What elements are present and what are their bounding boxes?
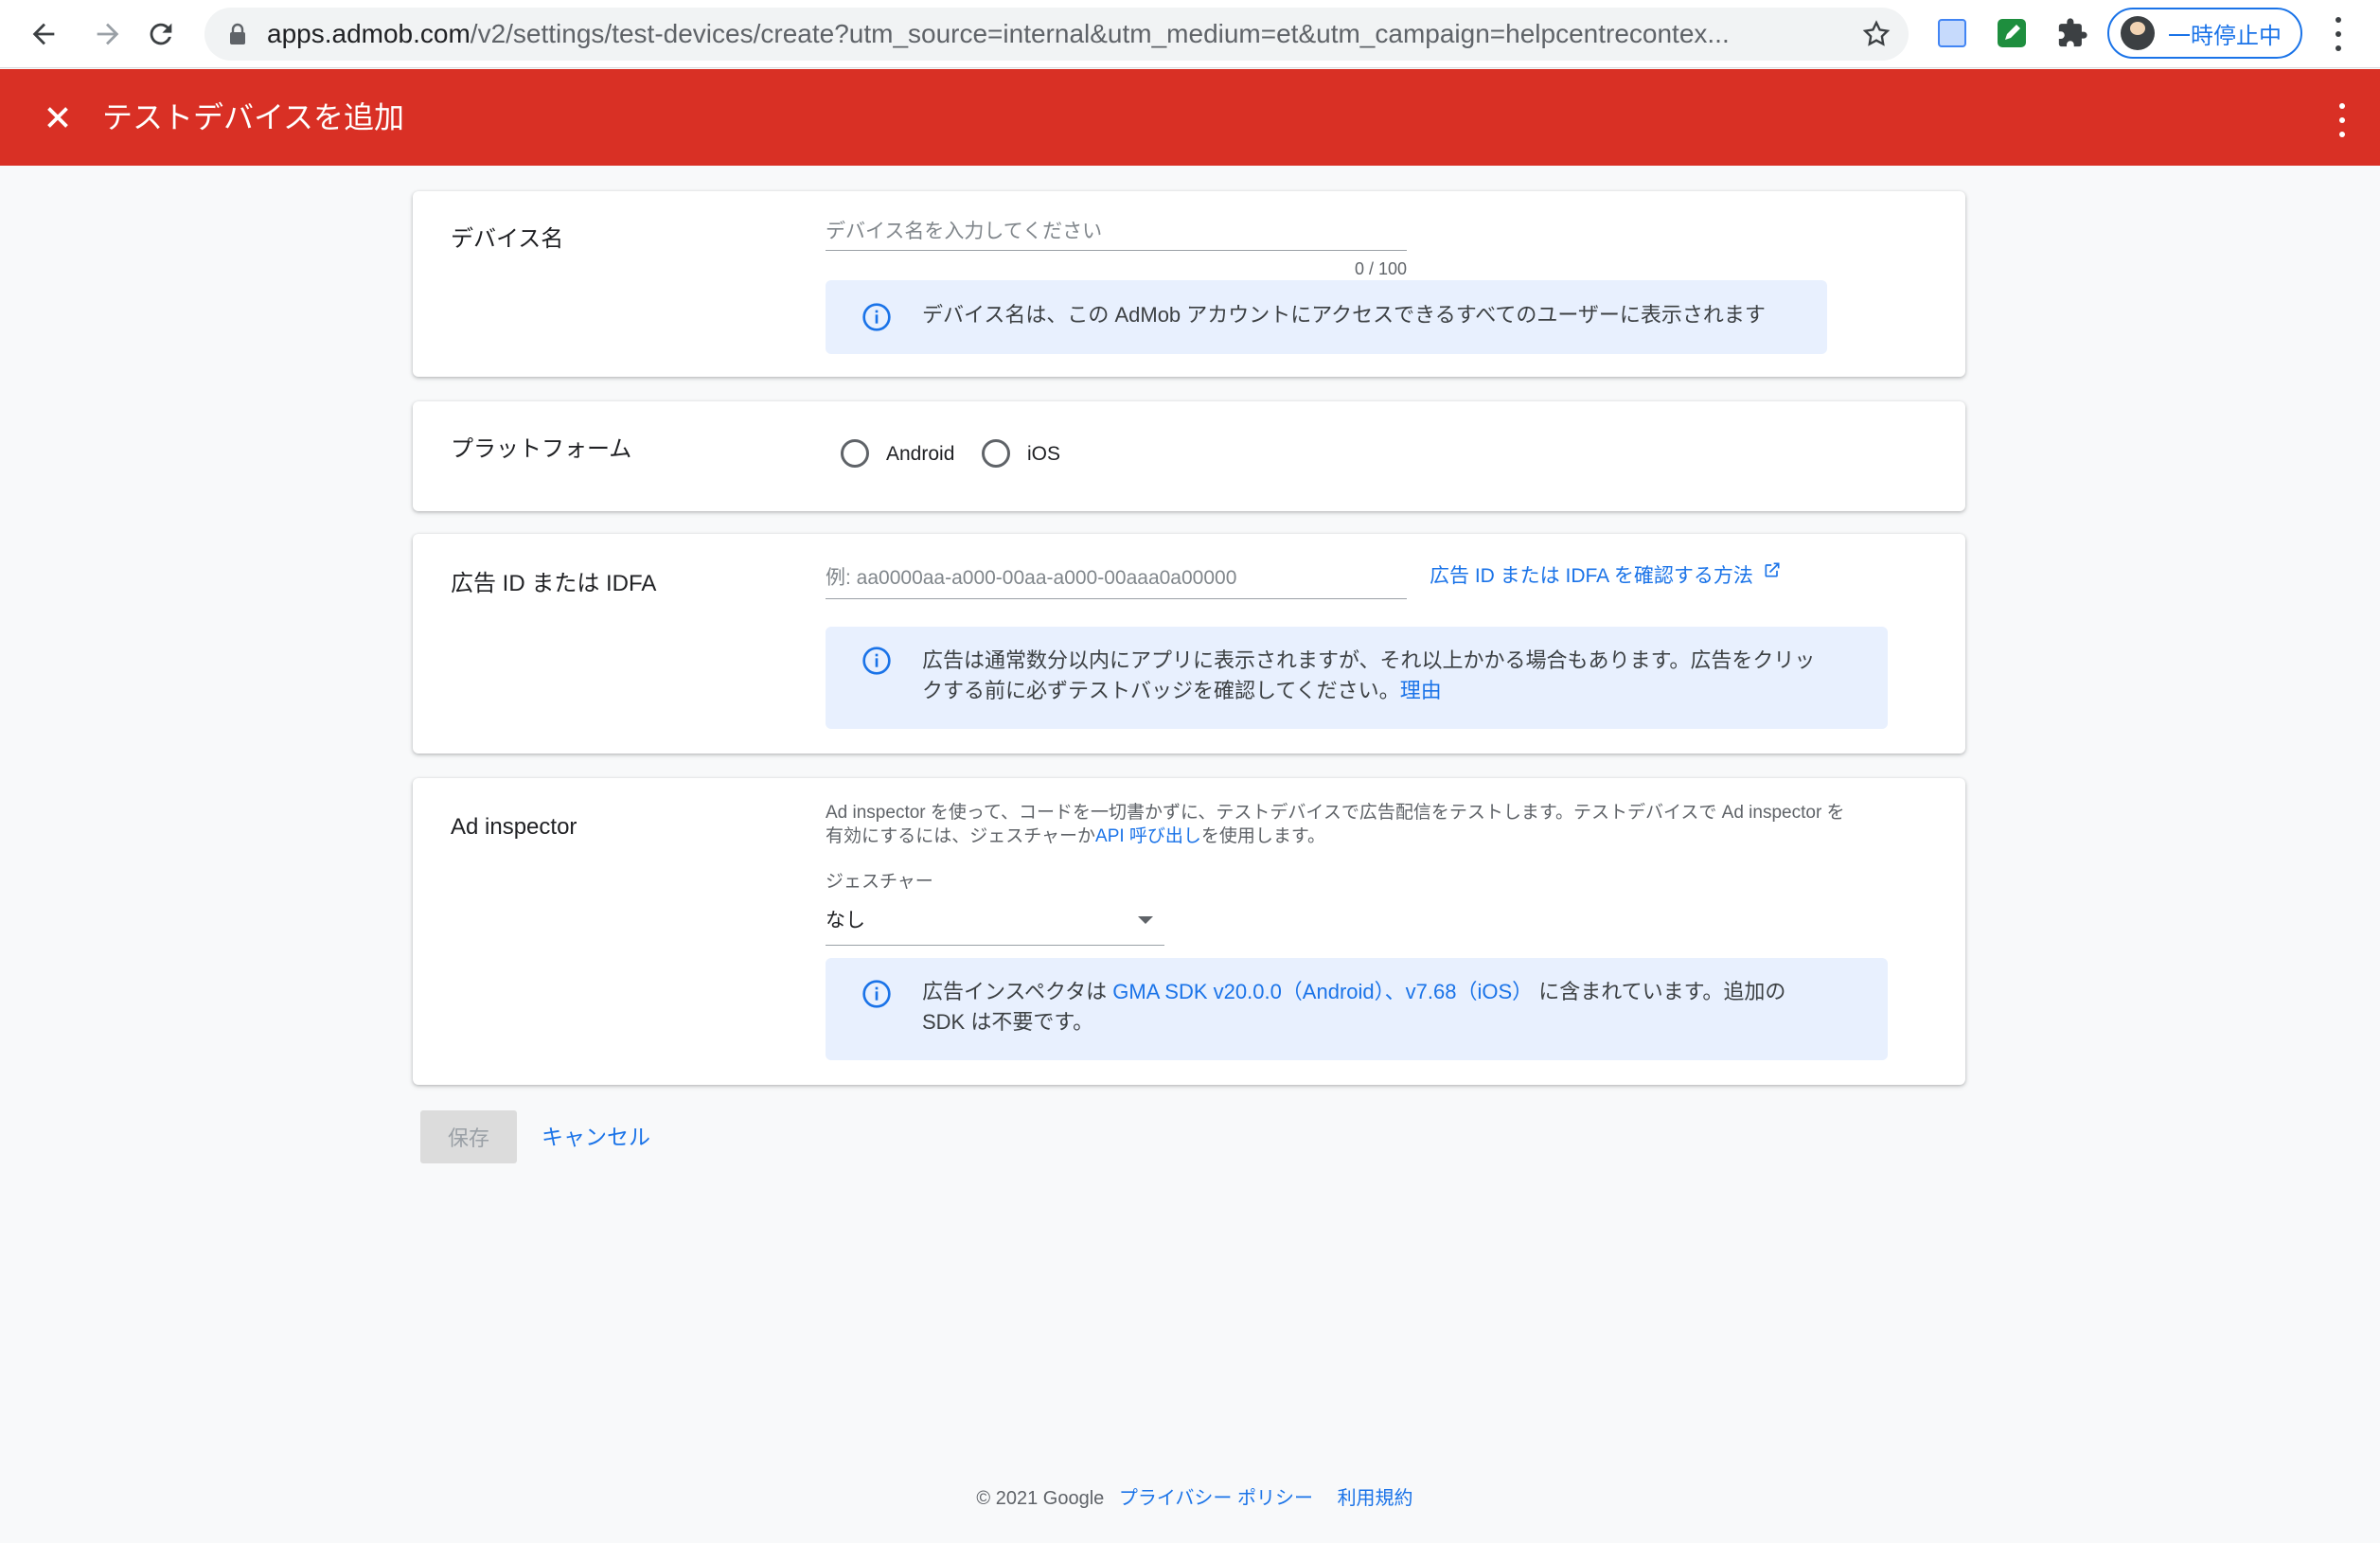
ad-id-info: 広告は通常数分以内にアプリに表示されますが、それ以上かかる場合もあります。広告を… bbox=[826, 627, 1888, 729]
bookmark-star-icon[interactable] bbox=[1861, 19, 1892, 49]
ad-inspector-info-text: 広告インスペクタは GMA SDK v20.0.0（Android）、v7.68… bbox=[922, 980, 1786, 1034]
cancel-button[interactable]: キャンセル bbox=[542, 1110, 650, 1163]
extension-doc-icon[interactable] bbox=[1936, 17, 1968, 49]
device-name-card: デバイス名 デバイス名を入力してください 0 / 100 デバイス名は、この A… bbox=[413, 191, 1965, 377]
profile-status: 一時停止中 bbox=[2168, 23, 2282, 49]
ad-inspector-description: Ad inspector を使って、コードを一切書かずに、テストデバイスで広告配… bbox=[826, 803, 1845, 846]
privacy-policy-link[interactable]: プライバシー ポリシー bbox=[1119, 1488, 1313, 1509]
forward-button[interactable] bbox=[85, 11, 131, 57]
back-button[interactable] bbox=[21, 11, 66, 57]
ad-id-label: 広告 ID または IDFA bbox=[451, 571, 657, 596]
device-name-label: デバイス名 bbox=[451, 226, 564, 252]
info-icon bbox=[862, 980, 891, 1008]
close-icon[interactable] bbox=[40, 99, 76, 135]
browser-toolbar: apps.admob.com/v2/settings/test-devices/… bbox=[0, 0, 2380, 68]
radio-android[interactable] bbox=[841, 439, 869, 468]
gma-sdk-link[interactable]: GMA SDK v20.0.0（Android）、v7.68（iOS） bbox=[1112, 980, 1533, 1003]
info-icon bbox=[862, 303, 891, 331]
radio-ios[interactable] bbox=[982, 439, 1010, 468]
address-bar[interactable]: apps.admob.com/v2/settings/test-devices/… bbox=[204, 8, 1909, 61]
char-counter: 0 / 100 bbox=[1354, 259, 1407, 278]
api-call-link[interactable]: API 呼び出し bbox=[1095, 826, 1201, 846]
reload-icon bbox=[150, 23, 172, 45]
device-name-info: デバイス名は、この AdMob アカウントにアクセスできるすべてのユーザーに表示… bbox=[826, 280, 1827, 354]
ad-id-input[interactable]: 例: aa0000aa-a000-00aa-a000-00aaa0a00000 bbox=[826, 562, 1236, 591]
gesture-value: なし bbox=[826, 910, 865, 931]
ad-id-info-text: 広告は通常数分以内にアプリに表示されますが、それ以上かかる場合もあります。広告を… bbox=[922, 648, 1816, 702]
more-options-icon[interactable] bbox=[2336, 103, 2348, 137]
footer: © 2021 Google プライバシー ポリシー 利用規約 bbox=[0, 1482, 2380, 1510]
gesture-select[interactable]: なし bbox=[826, 892, 1164, 950]
extension-pen-icon[interactable] bbox=[1996, 17, 2028, 49]
ad-inspector-info: 広告インスペクタは GMA SDK v20.0.0（Android）、v7.68… bbox=[826, 958, 1888, 1060]
platform-card: プラットフォーム Android iOS bbox=[413, 401, 1965, 511]
why-link[interactable]: 理由 bbox=[1400, 679, 1442, 702]
profile-button[interactable]: 一時停止中 bbox=[2107, 8, 2302, 59]
ad-id-card: 広告 ID または IDFA 例: aa0000aa-a000-00aa-a00… bbox=[413, 534, 1965, 754]
external-link-icon bbox=[1765, 562, 1780, 577]
browser-menu-icon[interactable] bbox=[2333, 17, 2344, 51]
url-text: apps.admob.com/v2/settings/test-devices/… bbox=[267, 19, 1730, 48]
reload-button[interactable] bbox=[138, 11, 184, 57]
ad-inspector-label: Ad inspector bbox=[451, 814, 577, 840]
gesture-label: ジェスチャー bbox=[826, 872, 933, 892]
radio-android-label[interactable]: Android bbox=[886, 443, 954, 466]
device-name-input[interactable]: デバイス名を入力してください bbox=[826, 216, 1102, 244]
device-name-info-text: デバイス名は、この AdMob アカウントにアクセスできるすべてのユーザーに表示… bbox=[922, 303, 1766, 327]
arrow-right-icon bbox=[97, 23, 119, 45]
extensions-puzzle-icon[interactable] bbox=[2056, 17, 2088, 49]
terms-link[interactable]: 利用規約 bbox=[1338, 1488, 1413, 1509]
copyright: © 2021 Google bbox=[976, 1488, 1105, 1509]
save-button[interactable]: 保存 bbox=[420, 1110, 517, 1163]
info-icon bbox=[862, 647, 891, 675]
lock-icon bbox=[230, 23, 245, 44]
radio-ios-label[interactable]: iOS bbox=[1027, 443, 1060, 466]
arrow-left-icon bbox=[32, 23, 55, 45]
ad-inspector-card: Ad inspector Ad inspector を使って、コードを一切書かず… bbox=[413, 778, 1965, 1085]
page-title: テストデバイスを追加 bbox=[102, 100, 405, 134]
app-bar: テストデバイスを追加 bbox=[0, 69, 2380, 166]
dropdown-arrow-icon bbox=[1138, 916, 1153, 924]
ad-id-help-link[interactable]: 広告 ID または IDFA を確認する方法 bbox=[1430, 560, 1782, 589]
platform-label: プラットフォーム bbox=[451, 436, 632, 462]
avatar bbox=[2121, 16, 2155, 50]
